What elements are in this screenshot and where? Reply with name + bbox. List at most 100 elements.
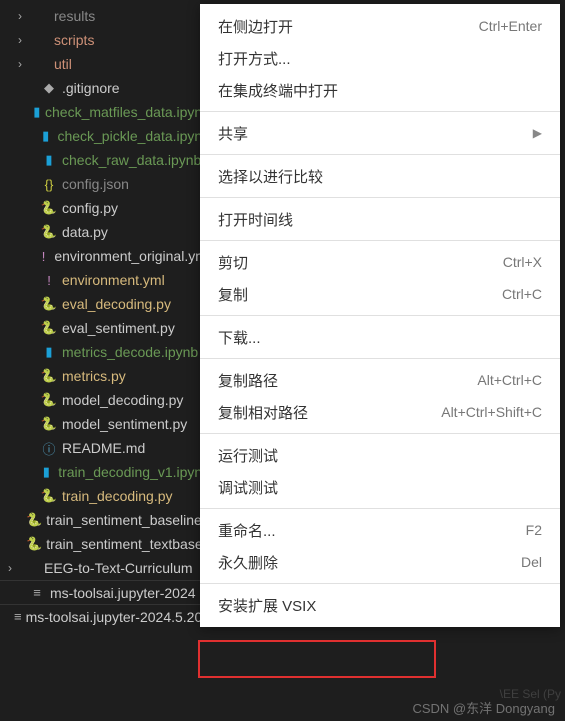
menu-item[interactable]: 下载... xyxy=(200,321,560,353)
file-tree-item[interactable]: !environment_original.yml xyxy=(0,244,210,268)
menu-separator xyxy=(200,433,560,434)
file-tree-item[interactable]: ▮check_raw_data.ipynb xyxy=(0,148,210,172)
menu-item[interactable]: 打开方式... xyxy=(200,42,560,74)
file-tree-item[interactable]: ! environment.yml xyxy=(0,268,210,292)
file-icon: ▮ xyxy=(38,128,53,144)
file-icon: ! xyxy=(40,273,58,288)
file-tree-item[interactable]: ▮metrics_decode.ipynb xyxy=(0,340,210,364)
file-tree-item[interactable]: 🐍train_sentiment_baseline.py xyxy=(0,508,210,532)
file-tree-item[interactable]: 🐍model_sentiment.py xyxy=(0,412,210,436)
chevron-icon: › xyxy=(18,9,32,23)
menu-shortcut: Del xyxy=(521,554,542,570)
file-label: metrics_decode.ipynb xyxy=(62,344,198,360)
file-icon: ⓘ xyxy=(40,439,58,458)
file-icon: ≡ xyxy=(28,585,46,600)
menu-item-label: 打开时间线 xyxy=(218,209,293,230)
file-icon: 🐍 xyxy=(40,320,58,336)
file-tree-item[interactable]: ›scripts xyxy=(0,28,210,52)
menu-item-label: 选择以进行比较 xyxy=(218,166,323,187)
menu-item[interactable]: 剪切Ctrl+X xyxy=(200,246,560,278)
file-icon: {} xyxy=(40,177,58,192)
menu-item-label: 复制 xyxy=(218,284,248,305)
menu-shortcut: Alt+Ctrl+C xyxy=(477,372,542,388)
menu-item-label: 调试测试 xyxy=(218,477,278,498)
menu-item[interactable]: 调试测试 xyxy=(200,471,560,503)
file-icon: 🐍 xyxy=(26,512,42,528)
file-tree-item[interactable]: ›EEG-to-Text-Curriculum xyxy=(0,556,210,580)
menu-item-label: 共享 xyxy=(218,123,248,144)
file-label: ms-toolsai.jupyter-2024.5.2024052701@lin… xyxy=(26,609,210,625)
file-label: environment_original.yml xyxy=(54,248,210,264)
file-tree-item[interactable]: 🐍train_decoding.py xyxy=(0,484,210,508)
file-tree-item[interactable]: ≡ ms-toolsai.jupyter-2024.5.2024052701@li… xyxy=(0,604,210,628)
menu-separator xyxy=(200,315,560,316)
menu-item-label: 重命名... xyxy=(218,520,276,541)
file-tree-item[interactable]: 🐍data.py xyxy=(0,220,210,244)
file-icon: 🐍 xyxy=(26,536,42,552)
menu-item-label: 复制路径 xyxy=(218,370,278,391)
file-tree-item[interactable]: 🐍model_decoding.py xyxy=(0,388,210,412)
file-tree-item[interactable]: ⓘREADME.md xyxy=(0,436,210,460)
file-label: environment.yml xyxy=(62,272,165,288)
file-icon: 🐍 xyxy=(40,416,58,432)
file-tree-item[interactable]: 🐍eval_sentiment.py xyxy=(0,316,210,340)
file-tree-item[interactable]: ▮check_pickle_data.ipynb xyxy=(0,124,210,148)
menu-separator xyxy=(200,154,560,155)
menu-item[interactable]: 复制相对路径Alt+Ctrl+Shift+C xyxy=(200,396,560,428)
file-icon: ◆ xyxy=(40,80,58,96)
file-tree-item[interactable]: 🐍metrics.py xyxy=(0,364,210,388)
file-icon: ▮ xyxy=(40,344,58,360)
file-tree-item[interactable]: 🐍train_sentiment_textbased.py xyxy=(0,532,210,556)
menu-separator xyxy=(200,583,560,584)
menu-item[interactable]: 共享 ▶ xyxy=(200,117,560,149)
file-icon: ▮ xyxy=(38,464,54,480)
file-tree-item[interactable]: ≡ms-toolsai.jupyter-2024 xyxy=(0,580,210,604)
menu-item[interactable]: 复制路径 Alt+Ctrl+C xyxy=(200,364,560,396)
submenu-arrow-icon: ▶ xyxy=(533,126,542,140)
menu-item[interactable]: 选择以进行比较 xyxy=(200,160,560,192)
menu-item[interactable]: 复制Ctrl+C xyxy=(200,278,560,310)
chevron-icon: › xyxy=(18,33,32,47)
menu-separator xyxy=(200,240,560,241)
menu-item[interactable]: 永久删除 Del xyxy=(200,546,560,578)
menu-item[interactable]: 运行测试 xyxy=(200,439,560,471)
menu-item[interactable]: 在侧边打开 Ctrl+Enter xyxy=(200,10,560,42)
menu-item[interactable]: 重命名...F2 xyxy=(200,514,560,546)
menu-item[interactable]: 在集成终端中打开 xyxy=(200,74,560,106)
annotation-highlight xyxy=(198,640,436,678)
file-label: model_sentiment.py xyxy=(62,416,187,432)
menu-item-label: 永久删除 xyxy=(218,552,278,573)
menu-separator xyxy=(200,111,560,112)
file-icon: ≡ xyxy=(14,609,22,624)
menu-separator xyxy=(200,358,560,359)
file-tree-item[interactable]: ◆.gitignore xyxy=(0,76,210,100)
menu-item[interactable]: 安装扩展 VSIX xyxy=(200,589,560,621)
menu-item-label: 在侧边打开 xyxy=(218,16,293,37)
menu-item[interactable]: 打开时间线 xyxy=(200,203,560,235)
file-icon: 🐍 xyxy=(40,224,58,240)
file-icon: 🐍 xyxy=(40,368,58,384)
file-tree-item[interactable]: 🐍config.py xyxy=(0,196,210,220)
file-label: EEG-to-Text-Curriculum xyxy=(44,560,193,576)
menu-separator xyxy=(200,508,560,509)
menu-item-label: 剪切 xyxy=(218,252,248,273)
file-label: results xyxy=(54,8,95,24)
file-tree-item[interactable]: 🐍eval_decoding.py xyxy=(0,292,210,316)
menu-item-label: 安装扩展 VSIX xyxy=(218,595,316,616)
menu-item-label: 运行测试 xyxy=(218,445,278,466)
file-tree-item[interactable]: ▮check_matfiles_data.ipynb xyxy=(0,100,210,124)
file-tree-item[interactable]: ›util xyxy=(0,52,210,76)
file-icon: 🐍 xyxy=(40,296,58,312)
file-label: model_decoding.py xyxy=(62,392,183,408)
file-label: data.py xyxy=(62,224,108,240)
file-label: metrics.py xyxy=(62,368,126,384)
file-icon: ▮ xyxy=(40,152,58,168)
file-explorer: ›results›scripts›util◆.gitignore▮check_m… xyxy=(0,0,210,628)
file-label: .gitignore xyxy=(62,80,120,96)
menu-item-label: 在集成终端中打开 xyxy=(218,80,338,101)
file-tree-item[interactable]: › results xyxy=(0,4,210,28)
file-tree-item[interactable]: ▮train_decoding_v1.ipynb xyxy=(0,460,210,484)
file-tree-item[interactable]: {}config.json xyxy=(0,172,210,196)
menu-shortcut: Ctrl+Enter xyxy=(479,18,542,34)
file-label: train_sentiment_textbased.py xyxy=(46,536,210,552)
